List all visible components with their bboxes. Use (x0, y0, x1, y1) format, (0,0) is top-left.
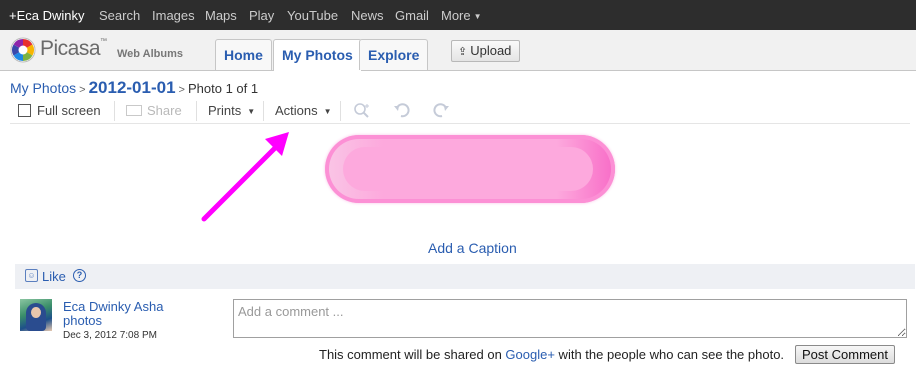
dropdown-arrow-icon: ▼ (247, 107, 256, 116)
avatar-face (31, 307, 41, 318)
photo-image[interactable] (325, 135, 615, 203)
nav-youtube[interactable]: YouTube (287, 0, 338, 30)
prints-label: Prints (208, 103, 242, 118)
nav-search[interactable]: Search (99, 0, 140, 30)
toolbar-divider (263, 101, 264, 121)
toolbar-divider (340, 101, 341, 121)
like-bar: ☺ Like ? (15, 264, 915, 289)
envelope-icon (126, 105, 142, 116)
share-suffix: with the people who can see the photo. (554, 347, 785, 362)
fullscreen-icon (18, 104, 31, 117)
photo-count: Photo 1 of 1 (187, 81, 259, 96)
share-button[interactable]: Share (126, 101, 182, 121)
toolbar-divider (114, 101, 115, 121)
google-plus-link[interactable]: Google+ (505, 347, 555, 362)
photo-toolbar: Full screen Share Prints ▼ Actions ▼ (10, 99, 910, 124)
logo-text: Picasa™ (40, 37, 107, 61)
breadcrumb-separator: > (79, 84, 86, 96)
prints-menu[interactable]: Prints ▼ (208, 101, 255, 121)
logo-subtitle: Web Albums (117, 48, 184, 60)
like-link[interactable]: Like (42, 269, 66, 284)
breadcrumb: My Photos >2012-01-01 > Photo 1 of 1 (10, 78, 258, 98)
caret-down-icon: ▼ (473, 12, 482, 21)
upload-button[interactable]: ⇪ Upload (451, 40, 521, 62)
post-comment-button[interactable]: Post Comment (795, 345, 895, 364)
picasa-pinwheel-icon (10, 37, 36, 63)
share-note: This comment will be shared on Google+ w… (319, 347, 784, 362)
photo-highlight (343, 147, 593, 191)
full-screen-label: Full screen (37, 103, 101, 118)
add-caption-link[interactable]: Add a Caption (428, 240, 517, 256)
nav-play[interactable]: Play (249, 0, 274, 30)
help-icon[interactable]: ? (73, 269, 86, 282)
tab-my-photos[interactable]: My Photos (273, 39, 362, 71)
nav-news[interactable]: News (351, 0, 384, 30)
more-label: More (441, 8, 471, 23)
rotate-left-icon[interactable] (393, 102, 413, 122)
author-photos-link[interactable]: photos (63, 314, 163, 328)
avatar[interactable] (20, 299, 52, 331)
app-header: Picasa™ Web Albums Home My Photos Explor… (0, 30, 916, 71)
upload-label: Upload (470, 43, 512, 58)
comment-input[interactable] (233, 299, 907, 338)
logo-tm: ™ (100, 38, 107, 45)
full-screen-button[interactable]: Full screen (18, 101, 101, 121)
breadcrumb-album[interactable]: 2012-01-01 (89, 78, 176, 97)
rotate-right-icon[interactable] (430, 102, 450, 122)
share-label: Share (147, 103, 182, 118)
nav-gmail[interactable]: Gmail (395, 0, 429, 30)
nav-images[interactable]: Images (152, 0, 195, 30)
profile-link[interactable]: +Eca Dwinky (9, 0, 85, 30)
google-bar: +Eca Dwinky Search Images Maps Play YouT… (0, 0, 916, 30)
tab-home[interactable]: Home (215, 39, 272, 70)
dropdown-arrow-icon: ▼ (323, 107, 332, 116)
author-name-link[interactable]: Eca Dwinky Asha (63, 300, 163, 314)
toolbar-divider (196, 101, 197, 121)
upload-icon: ⇪ (458, 46, 468, 58)
annotation-arrow-icon (201, 132, 289, 222)
nav-more[interactable]: More ▼ (441, 0, 482, 30)
actions-label: Actions (275, 103, 318, 118)
comment-author: Eca Dwinky Asha photos Dec 3, 2012 7:08 … (63, 300, 163, 343)
zoom-in-icon[interactable] (353, 102, 371, 122)
share-prefix: This comment will be shared on (319, 347, 506, 362)
tab-explore[interactable]: Explore (359, 39, 429, 70)
breadcrumb-separator: > (178, 84, 185, 96)
actions-menu[interactable]: Actions ▼ (275, 101, 332, 121)
nav-maps[interactable]: Maps (205, 0, 237, 30)
logo-word: Picasa (40, 37, 101, 60)
smiley-icon: ☺ (25, 269, 38, 282)
comment-date: Dec 3, 2012 7:08 PM (63, 330, 157, 341)
breadcrumb-my-photos[interactable]: My Photos (10, 80, 76, 96)
